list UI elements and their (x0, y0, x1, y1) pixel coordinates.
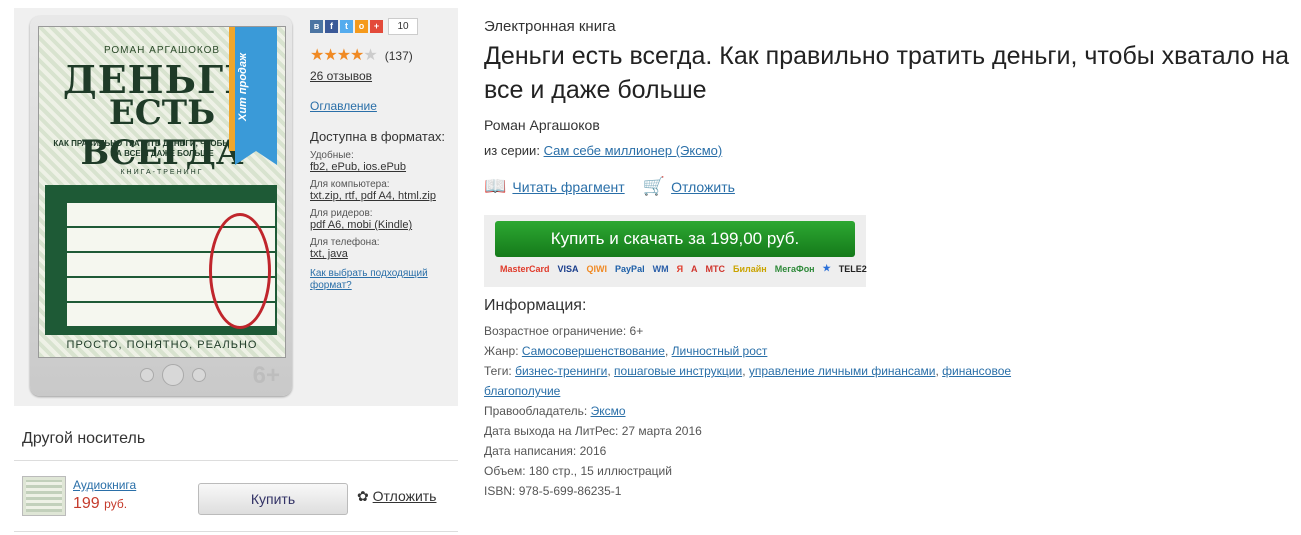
bestseller-ribbon: Хит продаж (229, 27, 277, 165)
book-series: из серии: Сам себе миллионер (Эксмо) (484, 143, 723, 158)
formats-computer[interactable]: txt.zip, rtf, pdf A4, html.zip (310, 190, 436, 202)
book-actions: 📖 Читать фрагмент 🛒 Отложить (484, 176, 1299, 197)
audiobook-price: 199 руб. (73, 495, 128, 512)
other-media-title: Другой носитель (22, 430, 146, 447)
info-release: Дата выхода на ЛитРес: 27 марта 2016 (484, 424, 702, 438)
ereader-frame: РОМАН АРГАШОКОВ ДЕНЬГИ ЕСТЬ ВСЕГДА КАК П… (30, 16, 292, 396)
formats-phone[interactable]: txt, java (310, 248, 348, 260)
formats-phone-label: Для телефона: (310, 237, 380, 248)
audiobook-buy-button[interactable]: Купить (198, 483, 348, 515)
rights-link[interactable]: Эксмо (591, 404, 626, 418)
toc-link[interactable]: Оглавление (310, 99, 454, 113)
payment-yandex: Я (676, 263, 684, 274)
book-icon: 📖 (484, 176, 507, 196)
ribbon-label: Хит продаж (237, 52, 249, 121)
payment-mastercard: MasterCard (500, 263, 550, 274)
info-genre: Жанр: Самосовершенствование, Личностный … (484, 344, 768, 358)
audiobook-thumbnail[interactable] (22, 476, 66, 516)
vk-icon[interactable]: в (310, 20, 323, 33)
audiobook-link[interactable]: Аудиокнига (73, 478, 136, 492)
home-icon (162, 364, 184, 386)
odnoklassniki-icon[interactable]: о (355, 20, 368, 33)
info-written: Дата написания: 2016 (484, 444, 607, 458)
info-volume: Объем: 180 стр., 15 иллюстраций (484, 464, 672, 478)
payment-star: ★ (822, 263, 831, 273)
tag-link[interactable]: бизнес-тренинги (515, 364, 607, 378)
payment-methods: MasterCard VISA QIWI PayPal WM Я A МТС Б… (500, 263, 867, 274)
payment-tele2: TELE2 (838, 263, 867, 274)
google-plus-icon[interactable]: + (370, 20, 383, 33)
book-meta-column: в f t о + 10 ★★★★★ (137) 26 отзывов Оглав… (310, 18, 454, 292)
divider (14, 531, 458, 532)
payment-webmoney: WM (652, 263, 669, 274)
book-title: Деньги есть всегда. Как правильно тратит… (484, 42, 1290, 104)
reader-buttons (140, 364, 206, 386)
age-badge: 6+ (252, 362, 280, 389)
formats-reader-label: Для ридеров: (310, 208, 373, 219)
info-tags: Теги: бизнес-тренинги, пошаговые инструк… (484, 364, 1012, 398)
cover-kind: КНИГА-ТРЕНИНГ (120, 169, 204, 176)
info-list: Возрастное ограничение: 6+ Жанр: Самосов… (484, 321, 1299, 501)
payment-mts: МТС (705, 263, 726, 274)
cover-motto: ПРОСТО, ПОНЯТНО, РЕАЛЬНО (66, 339, 258, 351)
info-heading: Информация: (484, 297, 587, 314)
formats-convenient[interactable]: fb2, ePub, ios.ePub (310, 161, 406, 173)
format-help-link[interactable]: Как выбрать подходящий формат? (310, 268, 454, 292)
audiobook-defer[interactable]: ✿ Отложить (357, 488, 436, 505)
payment-visa: VISA (557, 263, 579, 274)
twitter-icon[interactable]: t (340, 20, 353, 33)
reviews-link[interactable]: 26 отзывов (310, 69, 454, 83)
formats-computer-label: Для компьютера: (310, 179, 390, 190)
share-bar: в f t о + 10 (310, 18, 454, 35)
formats-convenient-label: Удобные: (310, 150, 354, 161)
menu-icon (192, 368, 206, 382)
rating-count: (137) (384, 49, 413, 63)
payment-beeline: Билайн (733, 263, 767, 274)
payment-qiwi: QIWI (586, 263, 608, 274)
book-author: Роман Аргашоков (484, 117, 600, 133)
payment-paypal: PayPal (615, 263, 645, 274)
formats-title: Доступна в форматах: (310, 129, 446, 144)
book-cover-panel: РОМАН АРГАШОКОВ ДЕНЬГИ ЕСТЬ ВСЕГДА КАК П… (14, 8, 458, 406)
cover-red-circle (209, 213, 271, 329)
genre-link[interactable]: Самосовершенствование (522, 344, 665, 358)
rating-stars: ★★★★★ (137) (310, 47, 413, 64)
buy-box: Купить и скачать за 199,00 руб. MasterCa… (484, 215, 867, 287)
cart-icon: 🛒 (642, 176, 666, 196)
info-rights: Правообладатель: Эксмо (484, 404, 626, 418)
divider (14, 460, 458, 461)
book-cover[interactable]: РОМАН АРГАШОКОВ ДЕНЬГИ ЕСТЬ ВСЕГДА КАК П… (38, 26, 286, 358)
info-isbn: ISBN: 978-5-699-86235-1 (484, 484, 622, 498)
facebook-icon[interactable]: f (325, 20, 338, 33)
book-type: Электронная книга (484, 18, 616, 35)
tag-link[interactable]: пошаговые инструкции (614, 364, 742, 378)
bookmark-icon: ✿ (357, 488, 369, 504)
audiobook-defer-link[interactable]: Отложить (373, 488, 437, 504)
prev-icon (140, 368, 154, 382)
info-age: Возрастное ограничение: 6+ (484, 324, 644, 338)
tag-link[interactable]: управление личными финансами (749, 364, 936, 378)
payment-megafon: МегаФон (774, 263, 815, 274)
series-link[interactable]: Сам себе миллионер (Эксмо) (544, 143, 723, 158)
genre-link[interactable]: Личностный рост (672, 344, 768, 358)
book-details: Электронная книга Деньги есть всегда. Ка… (484, 18, 1299, 501)
buy-download-button[interactable]: Купить и скачать за 199,00 руб. (495, 221, 855, 257)
read-fragment-link[interactable]: Читать фрагмент (512, 179, 624, 195)
payment-alfa: A (691, 263, 698, 274)
formats-reader[interactable]: pdf A6, mobi (Kindle) (310, 219, 412, 231)
share-count: 10 (388, 18, 418, 35)
defer-link[interactable]: Отложить (671, 179, 735, 195)
